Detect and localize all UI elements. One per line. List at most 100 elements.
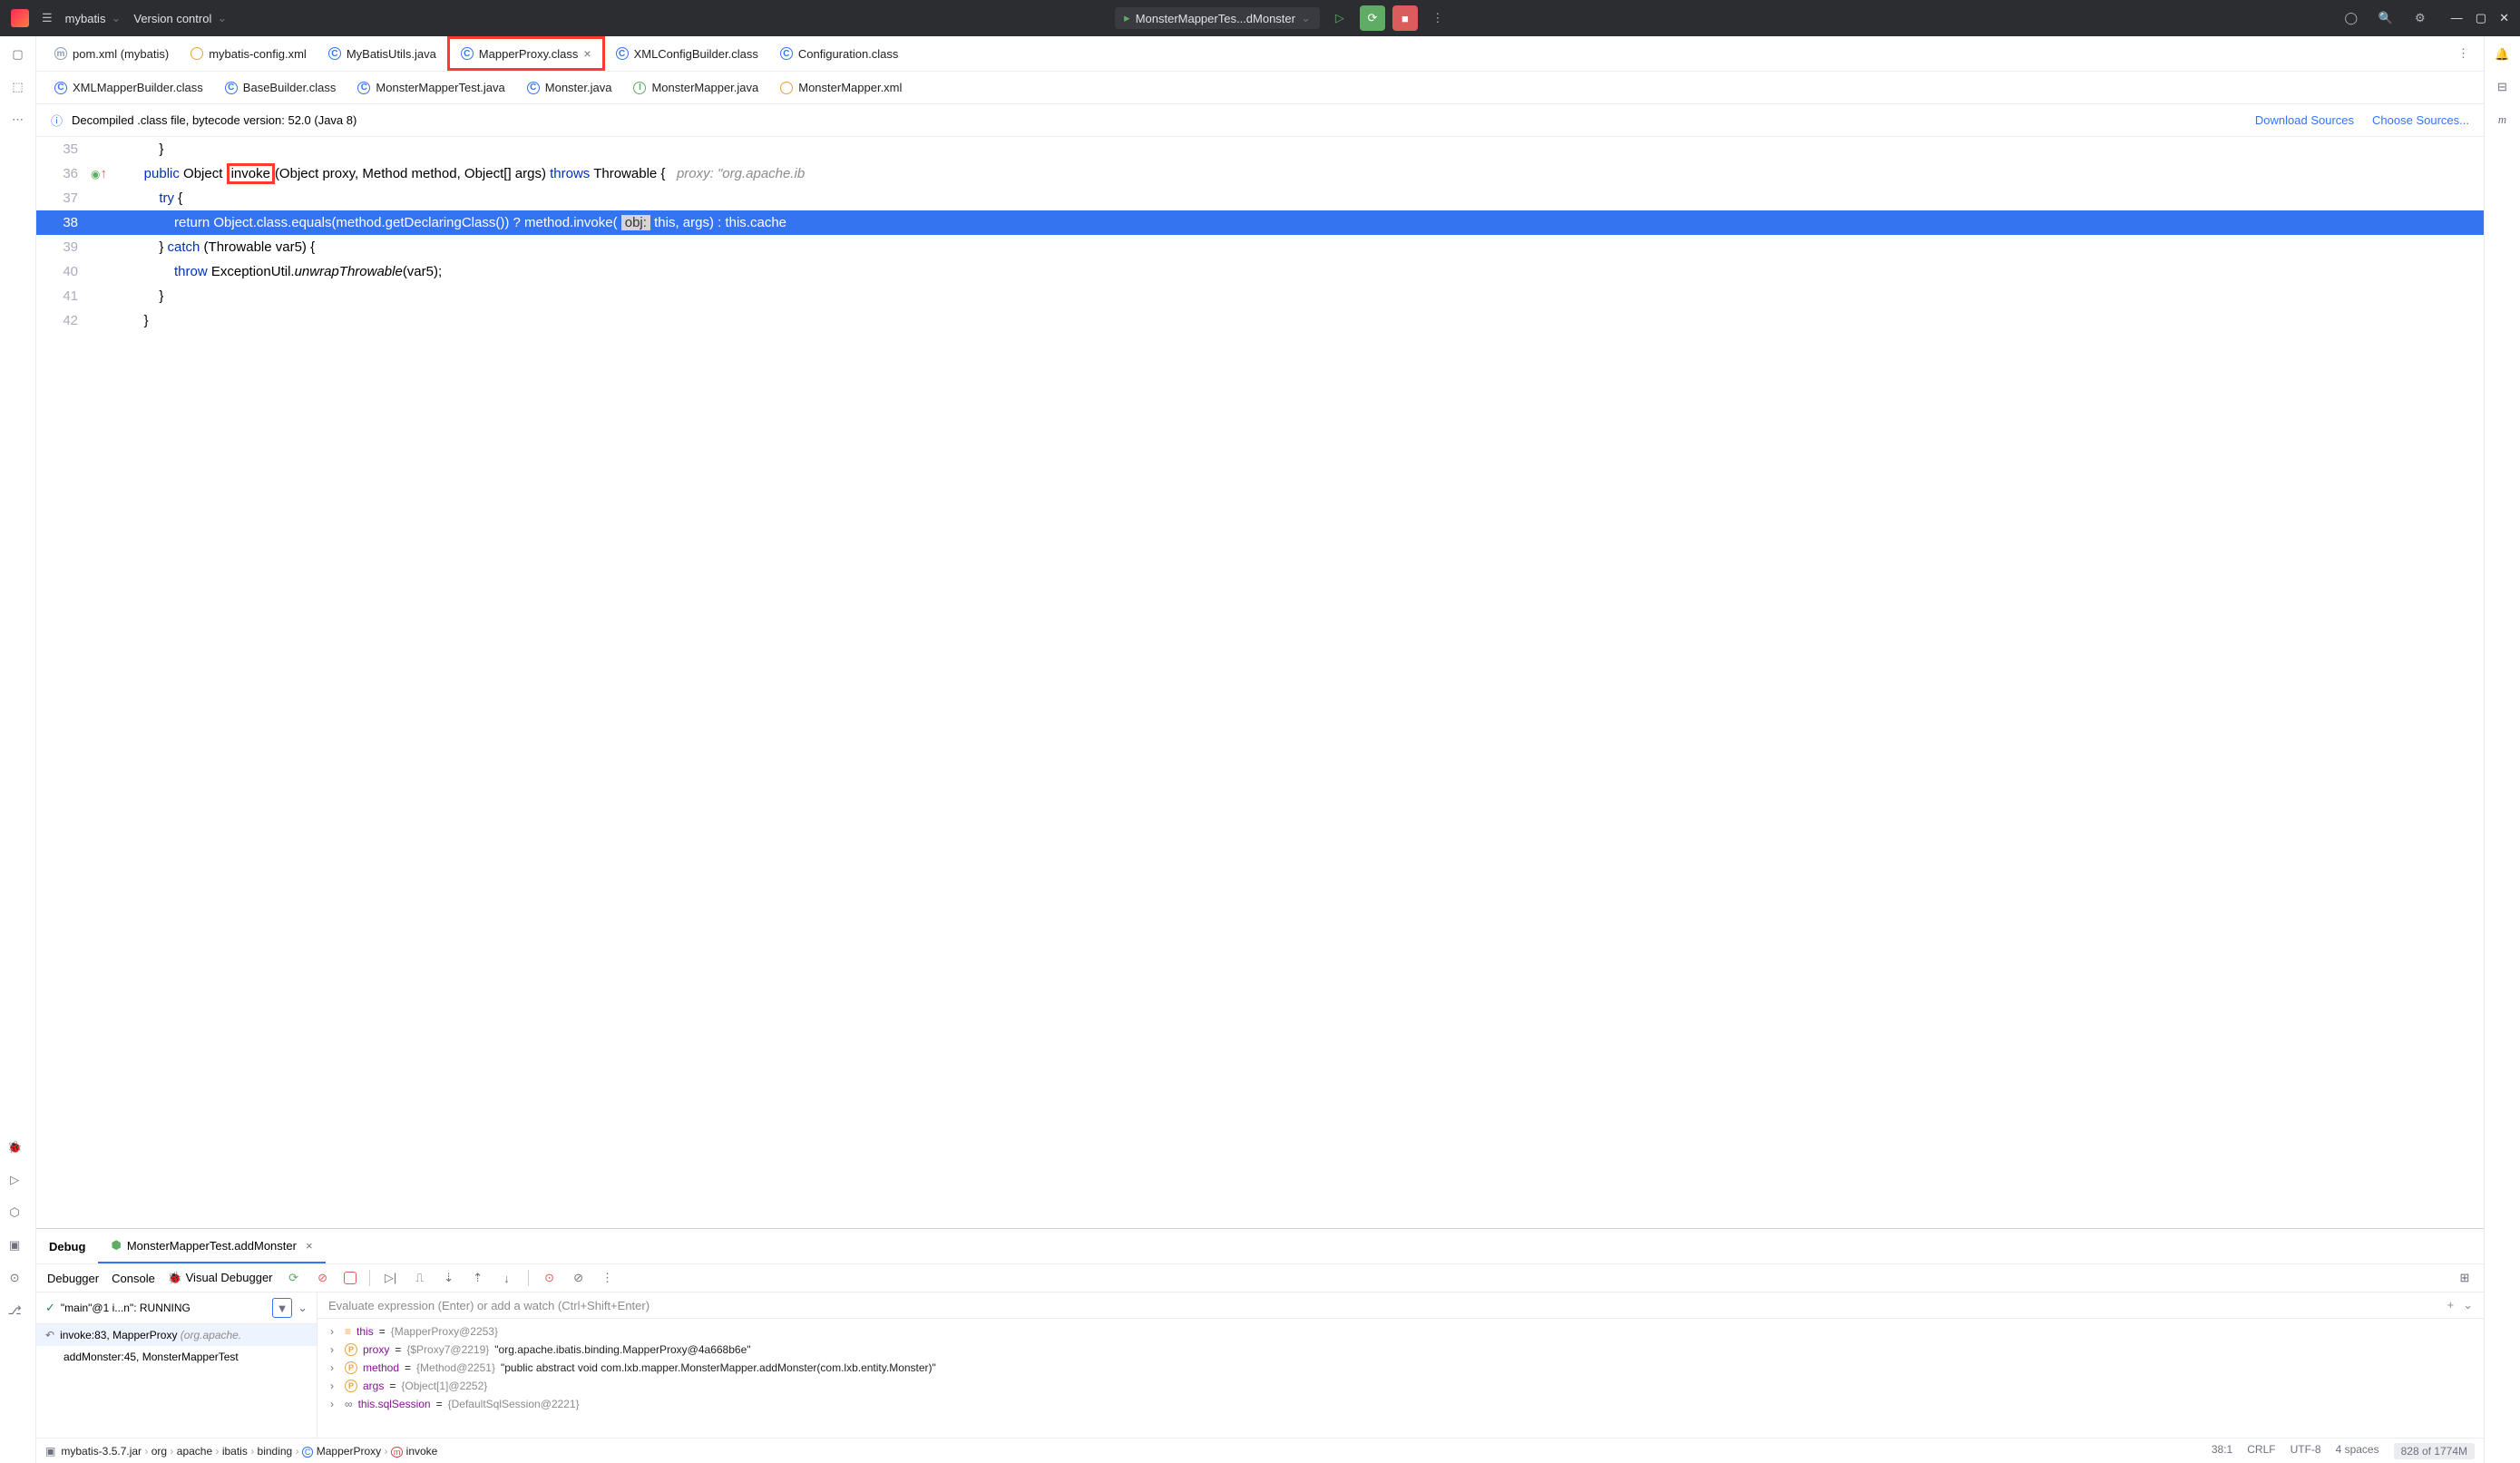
breadcrumb-item[interactable]: m invoke: [391, 1445, 438, 1458]
file-tab[interactable]: CBaseBuilder.class: [214, 73, 347, 102]
expand-icon[interactable]: ›: [330, 1398, 339, 1410]
debug-gutter-icon[interactable]: 🐞: [7, 1140, 22, 1155]
run-button[interactable]: ▷: [1327, 5, 1353, 31]
close-tab-icon[interactable]: ×: [583, 46, 591, 61]
override-gutter-icon[interactable]: ◉: [91, 168, 100, 180]
services-icon[interactable]: ⬡: [9, 1205, 19, 1220]
file-tabs-row-2: CXMLMapperBuilder.classCBaseBuilder.clas…: [36, 72, 2484, 104]
close-session-icon[interactable]: ×: [306, 1239, 313, 1253]
step-over-icon[interactable]: ⎍: [412, 1271, 428, 1285]
stop-button[interactable]: ■: [1392, 5, 1418, 31]
run-config-selector[interactable]: ▸ MonsterMapperTes...dMonster ⌄: [1115, 7, 1320, 29]
debug-panel-tab[interactable]: Debug: [36, 1231, 98, 1263]
file-tab-label: BaseBuilder.class: [243, 81, 337, 94]
search-icon[interactable]: 🔍: [2373, 5, 2398, 31]
view-breakpoints-icon[interactable]: ⊙: [542, 1271, 558, 1285]
structure-tool-icon[interactable]: ⬚: [12, 80, 23, 94]
expand-icon[interactable]: ›: [330, 1343, 339, 1356]
frames-dropdown-icon[interactable]: ⌄: [298, 1301, 308, 1315]
file-tab-label: MonsterMapper.xml: [798, 81, 902, 94]
variable-row[interactable]: ›P proxy = {$Proxy7@2219} "org.apache.ib…: [317, 1341, 2484, 1359]
pause-icon[interactable]: [344, 1272, 357, 1284]
file-tab[interactable]: CMonsterMapperTest.java: [347, 73, 515, 102]
download-sources-link[interactable]: Download Sources: [2255, 113, 2354, 127]
cursor-position[interactable]: 38:1: [2212, 1443, 2232, 1459]
terminal-icon[interactable]: ▣: [9, 1238, 20, 1253]
minimize-icon[interactable]: —: [2451, 11, 2463, 25]
line-separator[interactable]: CRLF: [2247, 1443, 2275, 1459]
close-icon[interactable]: ✕: [2499, 11, 2509, 25]
more-actions-icon[interactable]: ⋮: [1425, 5, 1450, 31]
eval-input[interactable]: Evaluate expression (Enter) or add a wat…: [328, 1299, 650, 1312]
project-selector[interactable]: mybatis ⌄: [65, 11, 122, 25]
console-subtab[interactable]: Console: [112, 1272, 155, 1285]
file-tab[interactable]: CXMLMapperBuilder.class: [44, 73, 214, 102]
rerun-icon[interactable]: ⟳: [286, 1271, 302, 1285]
visual-debugger-subtab[interactable]: 🐞 Visual Debugger: [168, 1271, 273, 1285]
breadcrumb-item[interactable]: binding: [258, 1445, 293, 1458]
link-icon: ∞: [345, 1398, 353, 1410]
more-tool-icon[interactable]: ⋯: [12, 112, 24, 127]
expand-icon[interactable]: ›: [330, 1361, 339, 1374]
tabs-more-icon[interactable]: ⋮: [2450, 39, 2476, 68]
breadcrumb-item[interactable]: mybatis-3.5.7.jar: [61, 1445, 142, 1458]
file-type-icon: C: [54, 82, 67, 94]
run-gutter-icon[interactable]: ▷: [10, 1173, 19, 1187]
variable-row[interactable]: ›∞ this.sqlSession = {DefaultSqlSession@…: [317, 1395, 2484, 1413]
vcs-selector[interactable]: Version control ⌄: [133, 11, 227, 25]
filter-frames-icon[interactable]: ▼: [272, 1298, 292, 1318]
eval-dropdown-icon[interactable]: ⌄: [2463, 1298, 2473, 1312]
file-tab-label: pom.xml (mybatis): [73, 47, 169, 61]
variable-row[interactable]: ›≡ this = {MapperProxy@2253}: [317, 1322, 2484, 1341]
running-check-icon: ✓: [45, 1301, 55, 1315]
file-tab[interactable]: mybatis-config.xml: [180, 40, 317, 68]
debug-more-icon[interactable]: ⋮: [600, 1271, 616, 1285]
stop-debug-icon[interactable]: ⊘: [315, 1271, 331, 1285]
file-tab[interactable]: CMyBatisUtils.java: [317, 40, 447, 68]
indent[interactable]: 4 spaces: [2336, 1443, 2379, 1459]
notifications-icon[interactable]: 🔔: [2495, 47, 2509, 62]
debug-session-tab[interactable]: ⬢ MonsterMapperTest.addMonster ×: [98, 1229, 325, 1263]
memory-indicator[interactable]: 828 of 1774M: [2394, 1443, 2475, 1459]
file-tab[interactable]: MonsterMapper.xml: [769, 73, 913, 102]
maven-icon[interactable]: m: [2498, 112, 2506, 127]
settings-icon[interactable]: ⚙: [2408, 5, 2433, 31]
add-watch-icon[interactable]: +: [2447, 1298, 2455, 1312]
file-tab[interactable]: CXMLConfigBuilder.class: [605, 40, 769, 68]
file-tab[interactable]: CConfiguration.class: [769, 40, 910, 68]
breadcrumb-item[interactable]: apache: [177, 1445, 212, 1458]
breadcrumb-item[interactable]: ibatis: [222, 1445, 248, 1458]
encoding[interactable]: UTF-8: [2290, 1443, 2321, 1459]
resume-icon[interactable]: ▷|: [383, 1271, 399, 1285]
stack-frame[interactable]: ↶invoke:83, MapperProxy (org.apache.: [36, 1324, 317, 1346]
mute-breakpoints-icon[interactable]: ⊘: [571, 1271, 587, 1285]
expand-icon[interactable]: ›: [330, 1380, 339, 1392]
main-menu-icon[interactable]: ☰: [42, 11, 53, 25]
current-breakpoint-line[interactable]: 38 return Object.class.equals(method.get…: [36, 210, 2484, 235]
project-tool-icon[interactable]: ▢: [12, 47, 23, 62]
maximize-icon[interactable]: ▢: [2476, 11, 2486, 25]
git-icon[interactable]: ⎇: [8, 1303, 22, 1318]
file-tab[interactable]: mpom.xml (mybatis): [44, 40, 180, 68]
thread-selector[interactable]: "main"@1 i...n": RUNNING: [61, 1302, 267, 1314]
user-icon[interactable]: ◯: [2339, 5, 2364, 31]
debugger-subtab[interactable]: Debugger: [47, 1272, 99, 1285]
variable-row[interactable]: ›P args = {Object[1]@2252}: [317, 1377, 2484, 1395]
problems-icon[interactable]: ⊙: [10, 1271, 20, 1285]
file-tab[interactable]: IMonsterMapper.java: [622, 73, 769, 102]
stack-frame[interactable]: addMonster:45, MonsterMapperTest: [36, 1346, 317, 1368]
debug-button[interactable]: ⟳: [1360, 5, 1385, 31]
file-tab[interactable]: CMapperProxy.class×: [447, 36, 605, 71]
expand-icon[interactable]: ›: [330, 1325, 339, 1338]
file-tab[interactable]: CMonster.java: [516, 73, 623, 102]
code-editor[interactable]: 35 } 36◉↑ public Object invoke(Object pr…: [36, 137, 2484, 1228]
run-to-cursor-icon[interactable]: ↓: [499, 1272, 515, 1285]
step-out-icon[interactable]: ⇡: [470, 1271, 486, 1285]
breadcrumb-item[interactable]: org: [151, 1445, 167, 1458]
step-into-icon[interactable]: ⇣: [441, 1271, 457, 1285]
layout-icon[interactable]: ⊞: [2457, 1271, 2473, 1285]
database-icon[interactable]: ⊟: [2497, 80, 2507, 94]
variable-row[interactable]: ›P method = {Method@2251} "public abstra…: [317, 1359, 2484, 1377]
breadcrumb-item[interactable]: C MapperProxy: [302, 1445, 381, 1458]
choose-sources-link[interactable]: Choose Sources...: [2372, 113, 2469, 127]
